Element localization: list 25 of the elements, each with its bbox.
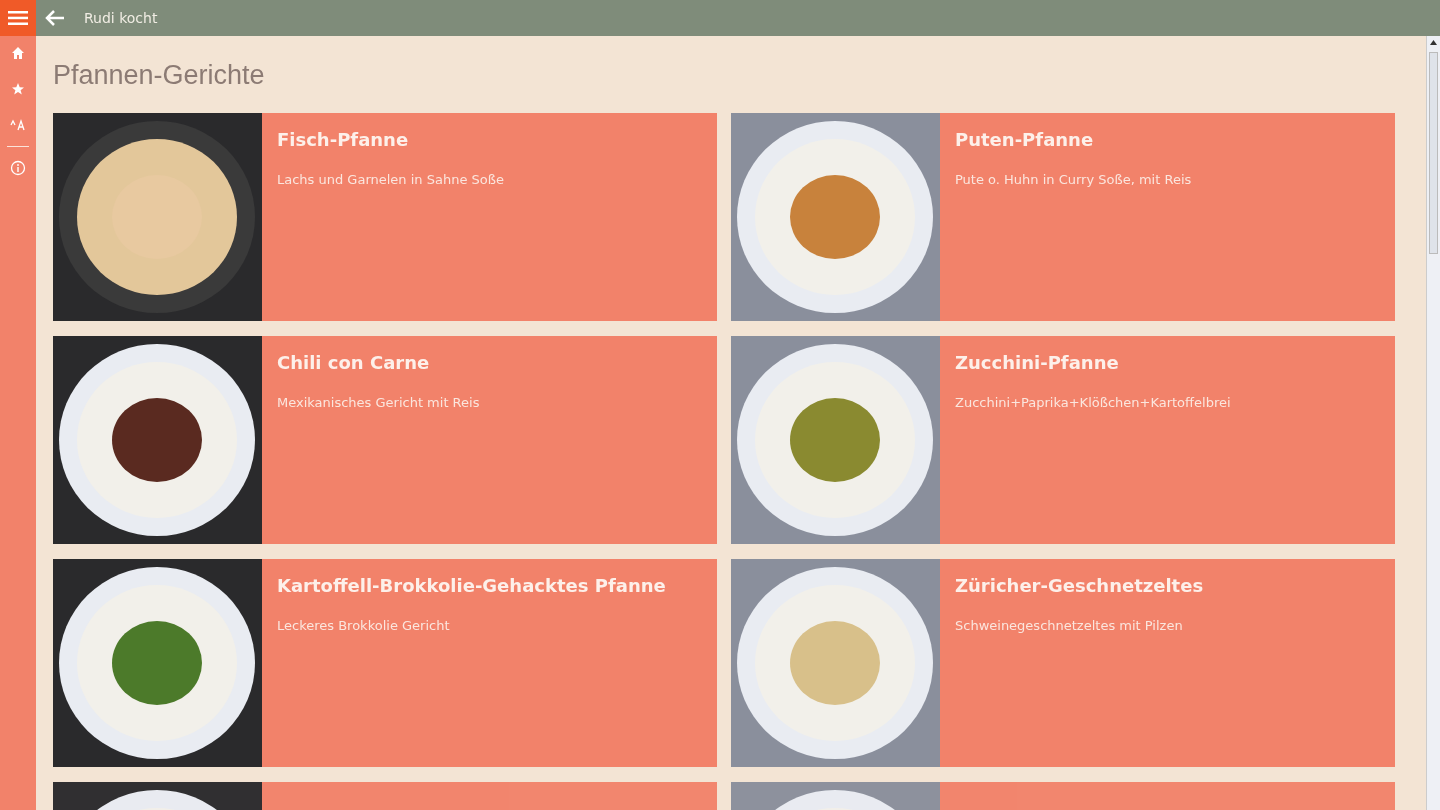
recipe-card[interactable]: Chili con Carne Mexikanisches Gericht mit Reis [53, 336, 717, 544]
recipe-card[interactable]: Fisch-Pfanne Lachs und Garnelen in Sahne Soße [53, 113, 717, 321]
recipe-card[interactable]: Puten-Pfanne Pute o. Huhn in Curry Soße, mit Reis [731, 113, 1395, 321]
recipe-description: Zucchini+Paprika+Klößchen+Kartoffelbrei [955, 395, 1231, 410]
app-title: Rudi kocht [84, 10, 158, 26]
recipe-card[interactable]: Züricher-Geschnetzeltes Schweinegeschnetzeltes mit Pilzen [731, 559, 1395, 767]
scrollbar-thumb[interactable] [1429, 52, 1438, 254]
recipe-title: Chili con Carne [277, 352, 431, 373]
recipe-card[interactable]: Zucchini-Pfanne Zucchini+Paprika+Klößchen+Kartoffelbrei [731, 336, 1395, 544]
recipe-description: Pute o. Huhn in Curry Soße, mit Reis [955, 172, 1192, 187]
recipe-description: Lachs und Garnelen in Sahne Soße [277, 172, 504, 187]
recipe-title: Züricher-Geschnetzeltes [955, 575, 1204, 596]
recipe-title: Kartoffell-Brokkolie-Gehacktes Pfanne [277, 575, 666, 596]
menu-button[interactable] [0, 0, 36, 36]
recipe-title: Fisch-Pfanne [277, 129, 410, 150]
recipe-title: Zucchini-Pfanne [955, 352, 1120, 373]
recipe-description: Leckeres Brokkolie Gericht [277, 618, 451, 633]
info-icon[interactable] [9, 159, 27, 177]
recipe-description: Mexikanisches Gericht mit Reis [277, 395, 480, 410]
recipe-description: Schweinegeschnetzeltes mit Pilzen [955, 618, 1184, 633]
scroll-up-icon[interactable] [1430, 40, 1437, 45]
recipe-title: Puten-Pfanne [955, 129, 1095, 150]
menu-icon [8, 11, 28, 25]
recipe-card[interactable]: Kartoffell-Brokkolie-Gehacktes Pfanne Leckeres Brokkolie Gericht [53, 559, 717, 767]
page-heading: Pfannen-Gerichte [53, 60, 266, 91]
